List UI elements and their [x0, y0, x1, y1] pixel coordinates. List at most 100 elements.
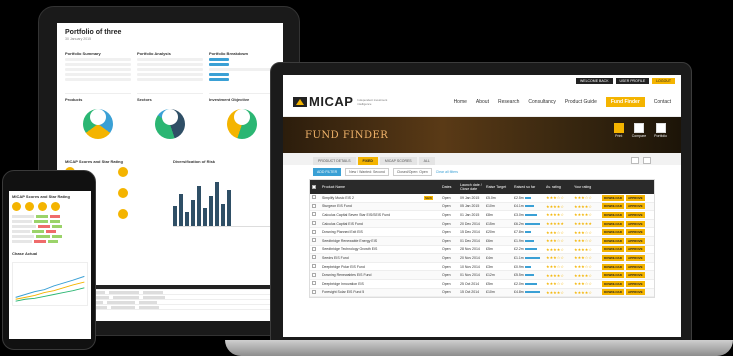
- download-button[interactable]: DOWNLOAD: [602, 211, 624, 218]
- product-name[interactable]: Foresight Solar EIS Fund 5: [320, 290, 422, 294]
- nav-consultancy[interactable]: Consultancy: [528, 99, 556, 105]
- row-checkbox[interactable]: [310, 195, 320, 200]
- table-row[interactable]: Sturgeon EIS Fund Open 05 Jan 2015 £10m £4.1…: [310, 202, 654, 212]
- table-row[interactable]: Downing Renewables EIS Fund Open 01 Nov 20…: [310, 271, 654, 280]
- product-name[interactable]: Seedbridge Renewable Energy EIS: [320, 239, 422, 243]
- table-row[interactable]: Simplify Music EIS 2 NEW Open 09 Jan 2015 £5…: [310, 194, 654, 203]
- product-name[interactable]: Downing Renewables EIS Fund: [320, 273, 422, 277]
- download-button[interactable]: DOWNLOAD: [602, 194, 624, 201]
- user-profile-button[interactable]: USER PROFILE: [615, 78, 650, 84]
- product-name[interactable]: Calculus Capital EIS Fund: [320, 222, 422, 226]
- table-row[interactable]: Deepbridge Polar EIS Fund Open 10 Nov 2014…: [310, 263, 654, 272]
- approve-button[interactable]: APPROVE: [626, 203, 645, 210]
- row-checkbox[interactable]: [310, 212, 320, 217]
- row-your-rating[interactable]: ★★★☆☆: [572, 195, 600, 200]
- table-row[interactable]: Calculus Capital Seven Star EIS/SEIS Fun…: [310, 211, 654, 220]
- approve-button[interactable]: APPROVE: [626, 263, 645, 270]
- approve-button[interactable]: APPROVE: [626, 289, 645, 296]
- select-all-checkbox[interactable]: [310, 184, 320, 190]
- approve-button[interactable]: APPROVE: [626, 211, 645, 218]
- col-product-name[interactable]: Product Name: [320, 185, 422, 189]
- download-button[interactable]: DOWNLOAD: [602, 237, 624, 244]
- table-row[interactable]: Seedrs EIS Fund Open 20 Nov 2014 £4m £1.1m ★…: [310, 254, 654, 263]
- logout-button[interactable]: LOGOUT: [652, 78, 675, 84]
- approve-button[interactable]: APPROVE: [626, 272, 645, 279]
- product-name[interactable]: Simplify Music EIS 2: [320, 196, 422, 200]
- download-button[interactable]: DOWNLOAD: [602, 272, 624, 279]
- row-checkbox[interactable]: [310, 221, 320, 226]
- row-your-rating[interactable]: ★★★☆☆: [572, 230, 600, 235]
- nav-research[interactable]: Research: [498, 99, 519, 105]
- add-filter-button[interactable]: ADD FILTER: [313, 168, 342, 176]
- tab-all[interactable]: ALL: [418, 157, 435, 165]
- row-checkbox[interactable]: [310, 289, 320, 295]
- approve-button[interactable]: APPROVE: [626, 229, 645, 236]
- row-your-rating[interactable]: ★★★☆☆: [572, 238, 600, 243]
- approve-button[interactable]: APPROVE: [626, 280, 645, 287]
- row-checkbox[interactable]: [310, 272, 320, 278]
- download-button[interactable]: DOWNLOAD: [602, 203, 624, 210]
- nav-contact[interactable]: Contact: [654, 99, 671, 105]
- row-your-rating[interactable]: ★★★★☆: [572, 290, 600, 295]
- col-launch[interactable]: Launch date / Close date: [458, 183, 484, 191]
- list-view-icon[interactable]: [631, 157, 639, 164]
- nav-fund-finder[interactable]: Fund Finder: [605, 96, 645, 107]
- approve-button[interactable]: APPROVE: [626, 194, 645, 201]
- nav-product-guide[interactable]: Product Guide: [565, 99, 597, 105]
- col-dates[interactable]: Dates: [440, 185, 458, 189]
- approve-button[interactable]: APPROVE: [626, 237, 645, 244]
- filter-chip-closed-open[interactable]: Closed/Open: Open: [392, 168, 432, 176]
- download-button[interactable]: DOWNLOAD: [602, 263, 624, 270]
- product-name[interactable]: Calculus Capital Seven Star EIS/SEIS Fun…: [320, 213, 422, 217]
- col-your-rating[interactable]: Your rating: [572, 185, 600, 189]
- row-your-rating[interactable]: ★★★★★: [572, 221, 600, 226]
- row-your-rating[interactable]: ★★★☆☆: [572, 281, 600, 286]
- product-name[interactable]: Seedbridge Technology Growth EIS: [320, 247, 422, 251]
- table-row[interactable]: Seedbridge Technology Growth EIS Open 28 N…: [310, 246, 654, 255]
- row-your-rating[interactable]: ★★★★☆: [572, 204, 600, 209]
- row-your-rating[interactable]: ★★★★☆: [572, 212, 600, 217]
- filter-chip-new-wanted[interactable]: New / Wanted: Second: [345, 168, 389, 176]
- product-name[interactable]: Deepbridge Polar EIS Fund: [320, 265, 422, 269]
- product-name[interactable]: Sturgeon EIS Fund: [320, 204, 422, 208]
- row-checkbox[interactable]: [310, 246, 320, 252]
- row-your-rating[interactable]: ★★★★☆: [572, 247, 600, 252]
- approve-button[interactable]: APPROVE: [626, 246, 645, 253]
- approve-button[interactable]: APPROVE: [626, 220, 645, 227]
- download-button[interactable]: DOWNLOAD: [602, 220, 624, 227]
- download-button[interactable]: DOWNLOAD: [602, 229, 624, 236]
- col-target[interactable]: Raise Target: [484, 185, 512, 189]
- download-button[interactable]: DOWNLOAD: [602, 289, 624, 296]
- row-checkbox[interactable]: [310, 203, 320, 209]
- row-checkbox[interactable]: [310, 264, 320, 269]
- table-row[interactable]: Calculus Capital EIS Fund Open 20 Dec 2014…: [310, 219, 654, 229]
- row-checkbox[interactable]: [310, 229, 320, 235]
- tab-product-details[interactable]: PRODUCT DETAILS: [313, 157, 356, 165]
- product-name[interactable]: Downing Planned Exit EIS: [320, 230, 422, 234]
- portfolio-tool[interactable]: Portfolio: [654, 123, 667, 138]
- download-button[interactable]: DOWNLOAD: [602, 254, 624, 261]
- download-button[interactable]: DOWNLOAD: [602, 246, 624, 253]
- print-tool[interactable]: Print: [613, 123, 624, 138]
- compare-tool[interactable]: Compare: [632, 123, 646, 138]
- download-button[interactable]: DOWNLOAD: [602, 280, 624, 287]
- grid-view-icon[interactable]: [643, 157, 651, 164]
- tab-fixed[interactable]: FIXED: [357, 157, 378, 165]
- row-your-rating[interactable]: ★★★★☆: [572, 273, 600, 278]
- row-checkbox[interactable]: [310, 281, 320, 286]
- table-row[interactable]: Seedbridge Renewable Energy EIS Open 01 De…: [310, 236, 654, 246]
- product-name[interactable]: Deepbridge Innovation EIS: [320, 282, 422, 286]
- row-checkbox[interactable]: [310, 238, 320, 243]
- row-your-rating[interactable]: ★★★☆☆: [572, 255, 600, 260]
- approve-button[interactable]: APPROVE: [626, 254, 645, 261]
- nav-home[interactable]: Home: [454, 99, 467, 105]
- micap-logo[interactable]: MICAP Independent investment intelligenc…: [293, 94, 397, 109]
- table-row[interactable]: Deepbridge Innovation EIS Open 25 Oct 2014…: [310, 280, 654, 289]
- table-row[interactable]: Foresight Solar EIS Fund 5 Open 15 Oct 201…: [310, 288, 654, 298]
- col-av-rating[interactable]: Av. rating: [544, 185, 572, 189]
- col-raised[interactable]: Raised so far: [512, 185, 544, 189]
- clear-filters-link[interactable]: Clear all filters: [436, 170, 458, 174]
- product-name[interactable]: Seedrs EIS Fund: [320, 256, 422, 260]
- nav-about[interactable]: About: [476, 99, 489, 105]
- tab-micap-scores[interactable]: MICAP SCORES: [379, 157, 417, 165]
